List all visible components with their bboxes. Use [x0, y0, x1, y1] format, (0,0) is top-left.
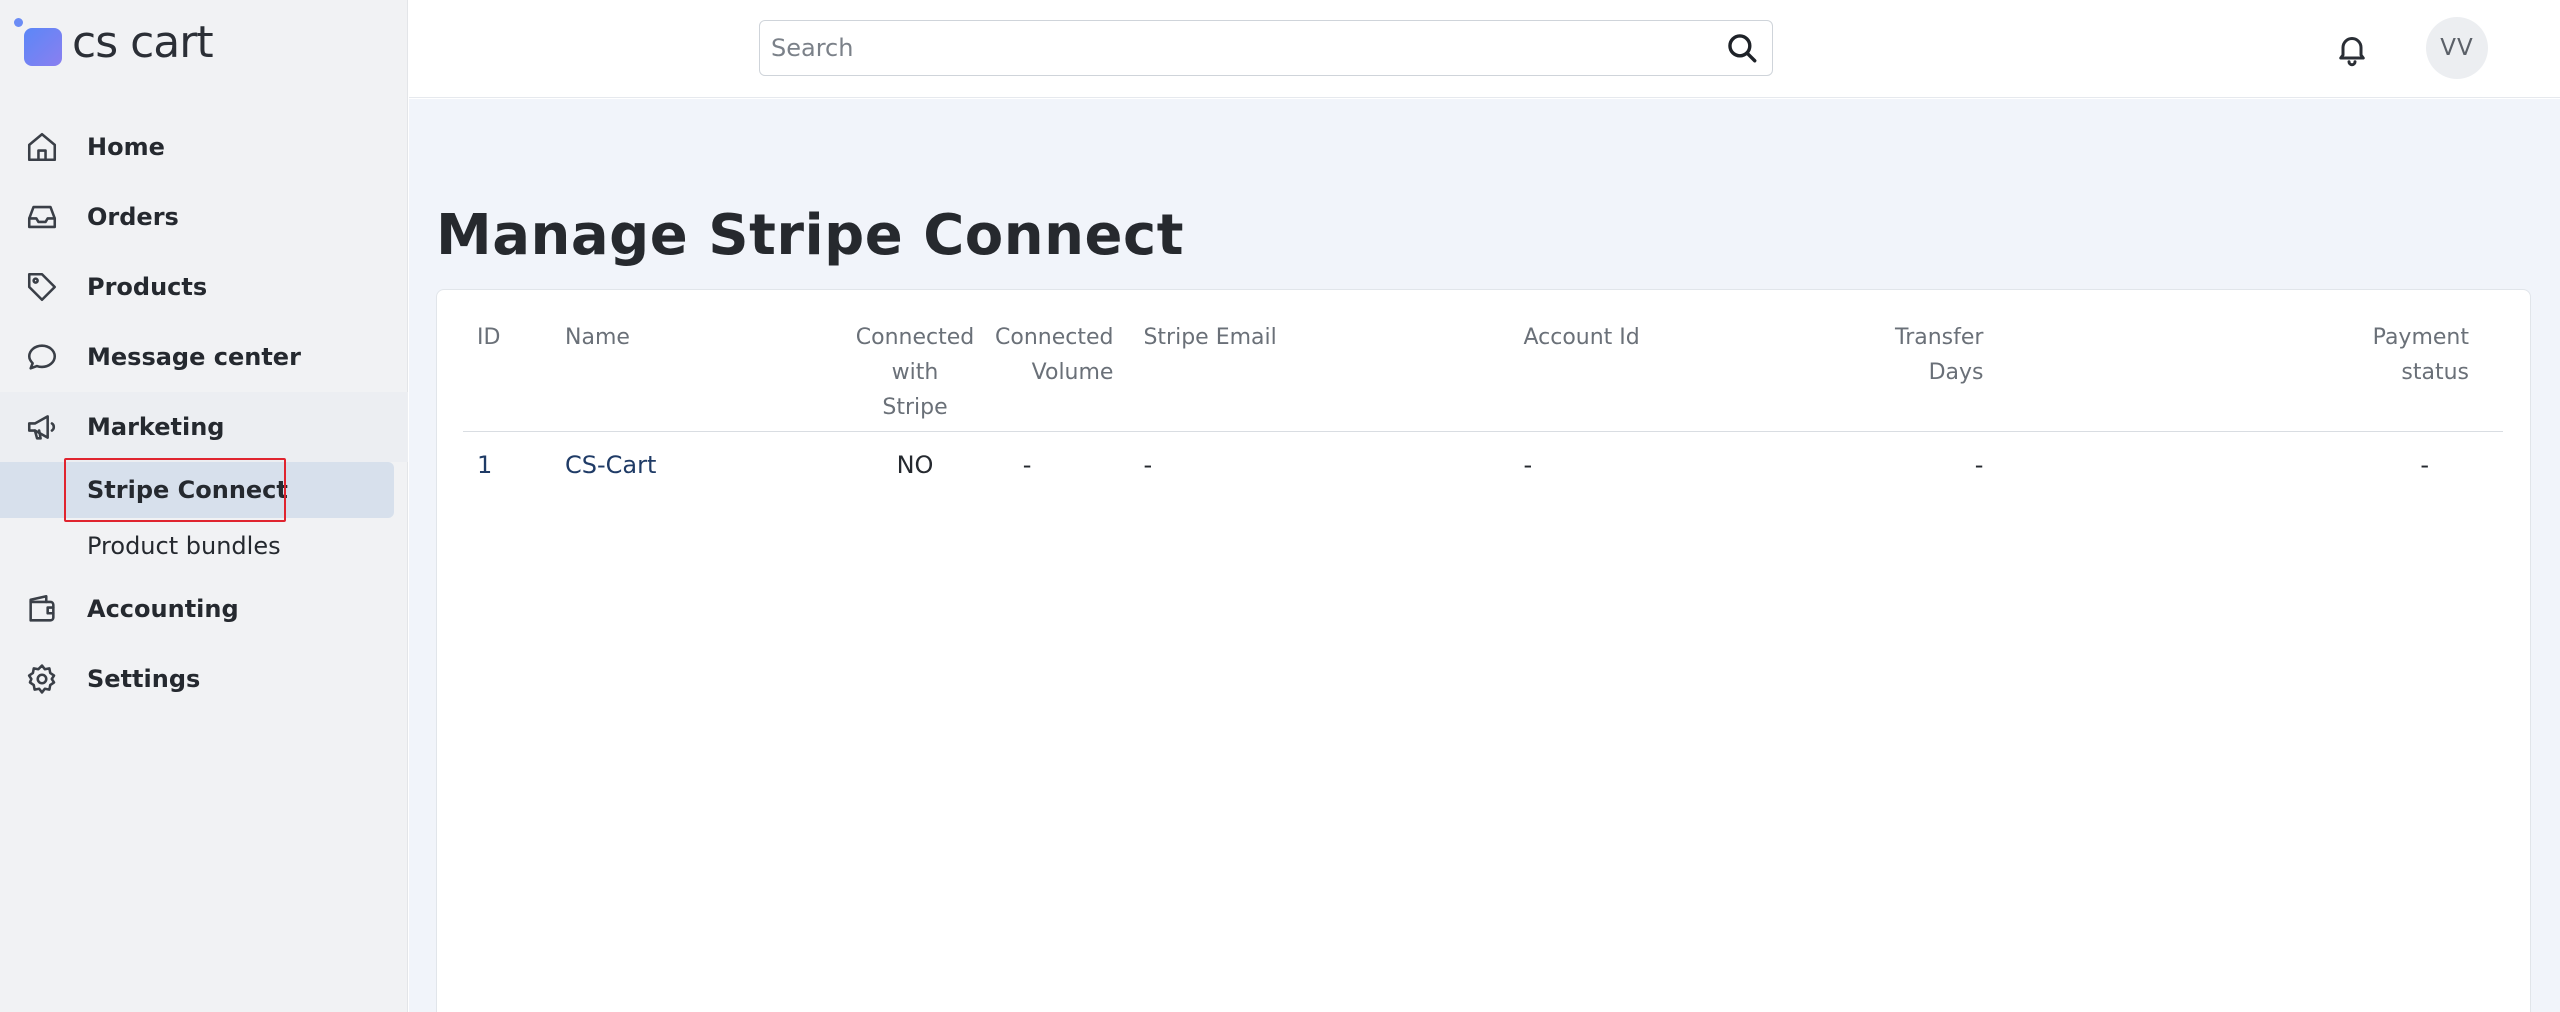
logo-dot: [14, 18, 23, 27]
sidebar-item-label: Accounting: [87, 595, 239, 623]
sidebar-item-label: Message center: [87, 343, 301, 371]
sidebar-subitem-label: Product bundles: [87, 532, 281, 560]
column-header-text: Volume: [1031, 360, 1114, 385]
sidebar-item-label: Products: [87, 273, 208, 301]
cell-account-id: -: [1523, 450, 1533, 479]
sidebar-subitem-label: Stripe Connect: [87, 476, 288, 504]
table-row[interactable]: 1 CS-Cart NO - - - - -: [463, 432, 2503, 498]
inbox-icon: [24, 199, 60, 235]
top-header: VV: [409, 0, 2560, 98]
avatar[interactable]: VV: [2426, 17, 2488, 79]
column-header-email[interactable]: Stripe Email: [1115, 320, 1524, 432]
column-header-text: Connected with: [855, 325, 975, 385]
logo-text: cs cart: [72, 17, 214, 68]
column-header-text: Days: [1928, 360, 1984, 385]
cell-name[interactable]: CS-Cart: [565, 432, 835, 498]
column-header-text: status: [2401, 360, 2469, 385]
sidebar-subitem-stripe-connect[interactable]: Stripe Connect: [0, 458, 394, 522]
cell-volume: -: [1022, 450, 1032, 479]
sidebar-subitem-product-bundles[interactable]: Product bundles: [0, 518, 408, 574]
tag-icon: [24, 269, 60, 305]
sidebar-item-label: Marketing: [87, 413, 225, 441]
column-header-text: Stripe: [882, 395, 948, 420]
column-header-volume[interactable]: Connected Volume: [995, 320, 1116, 432]
main-content: Manage Stripe Connect ID Name Connected …: [409, 99, 2560, 1012]
column-header-connected[interactable]: Connected with Stripe: [835, 320, 995, 432]
table-header-row: ID Name Connected with Stripe Connected …: [463, 320, 2503, 432]
sidebar-item-marketing[interactable]: Marketing: [0, 392, 408, 462]
column-header-text: Stripe Email: [1143, 325, 1277, 350]
cell-id[interactable]: 1: [463, 432, 565, 498]
sidebar-item-label: Settings: [87, 665, 201, 693]
search-icon[interactable]: [1712, 20, 1772, 76]
column-header-transfer-days[interactable]: Transfer Days: [1807, 320, 2224, 432]
column-header-name[interactable]: Name: [565, 320, 835, 432]
column-header-payment-status[interactable]: Payment status: [2223, 320, 2503, 432]
home-icon: [24, 129, 60, 165]
column-header-text: Name: [565, 325, 630, 350]
sidebar: cs cart Home Orders Products Message cen…: [0, 0, 408, 1012]
gear-icon: [24, 661, 60, 697]
sidebar-item-products[interactable]: Products: [0, 252, 408, 322]
column-header-id[interactable]: ID: [463, 320, 565, 432]
sidebar-item-label: Home: [87, 133, 165, 161]
sidebar-item-settings[interactable]: Settings: [0, 644, 408, 714]
sidebar-item-message-center[interactable]: Message center: [0, 322, 408, 392]
sidebar-item-label: Orders: [87, 203, 179, 231]
stripe-connect-card: ID Name Connected with Stripe Connected …: [436, 289, 2531, 1012]
cell-payment-status: -: [2420, 450, 2429, 479]
megaphone-icon: [24, 409, 60, 445]
sidebar-nav: Home Orders Products Message center Mark…: [0, 112, 408, 714]
cell-connected: NO: [896, 450, 934, 479]
column-header-text: Connected: [995, 325, 1114, 350]
column-header-text: Account Id: [1523, 325, 1640, 350]
logo-mark-icon: [24, 28, 62, 66]
sidebar-item-home[interactable]: Home: [0, 112, 408, 182]
cell-email: -: [1143, 450, 1153, 479]
search-box: [759, 20, 1773, 76]
search-input[interactable]: [760, 21, 1712, 75]
column-header-text: ID: [477, 325, 501, 350]
bell-icon[interactable]: [2330, 27, 2374, 71]
wallet-icon: [24, 591, 60, 627]
stripe-connect-table: ID Name Connected with Stripe Connected …: [463, 320, 2503, 498]
chat-bubble-icon: [24, 339, 60, 375]
column-header-text: Payment: [2372, 325, 2469, 350]
app-window: cs cart Home Orders Products Message cen…: [0, 0, 2560, 1012]
sidebar-item-accounting[interactable]: Accounting: [0, 574, 408, 644]
sidebar-item-orders[interactable]: Orders: [0, 182, 408, 252]
column-header-account[interactable]: Account Id: [1523, 320, 1808, 432]
page-title: Manage Stripe Connect: [436, 203, 1184, 268]
column-header-text: Transfer: [1895, 325, 1984, 350]
cell-transfer-days: -: [1974, 450, 1984, 479]
